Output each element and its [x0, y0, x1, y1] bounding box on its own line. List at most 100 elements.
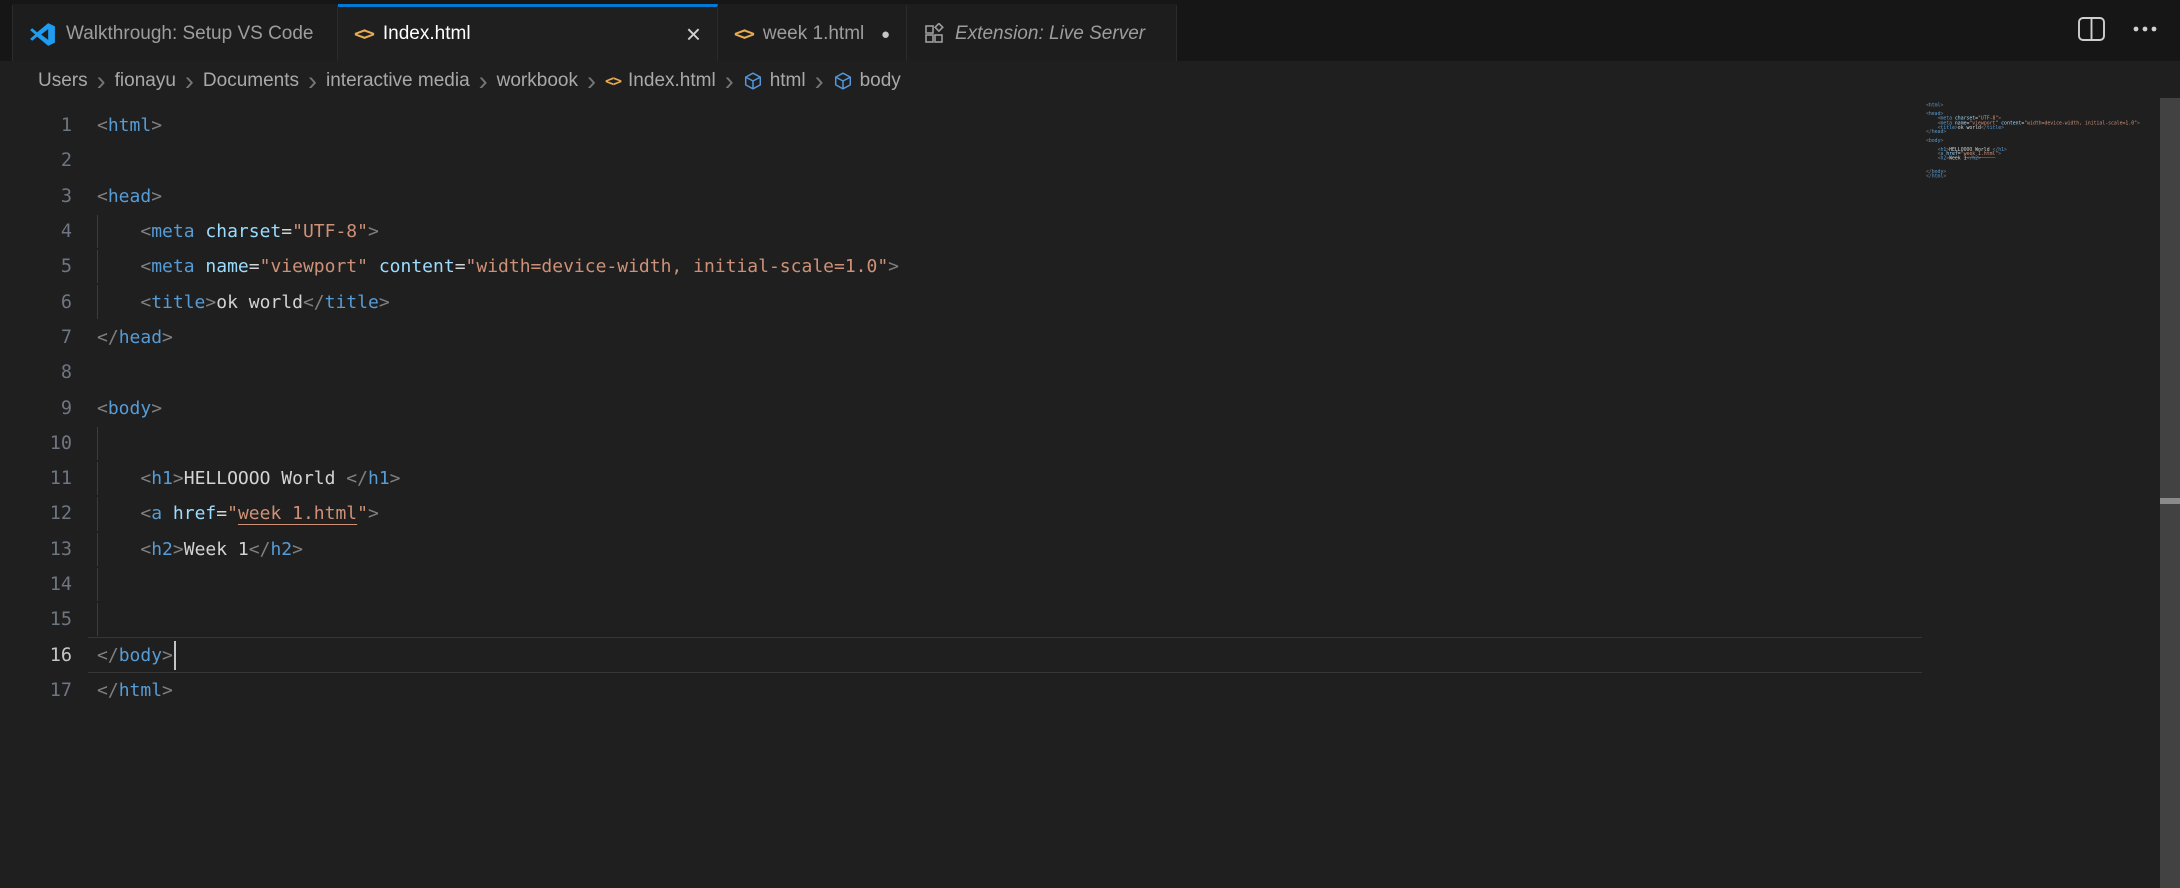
line-content[interactable]: </html >: [88, 673, 1922, 708]
chevron-right-icon: ›: [96, 66, 106, 96]
breadcrumb-label: fionayu: [114, 70, 176, 91]
line-number[interactable]: 3: [0, 186, 72, 207]
line-number[interactable]: 14: [0, 574, 72, 595]
code-line-7[interactable]: 7 </head >: [0, 320, 1922, 355]
breadcrumb-label: html: [769, 70, 806, 91]
code-token: "UTF-8": [292, 221, 368, 243]
code-token: href: [172, 503, 217, 525]
breadcrumb-item-interactive-media[interactable]: interactive media: [326, 70, 470, 92]
line-number[interactable]: 5: [0, 256, 72, 277]
code-line-11[interactable]: 11 < h1 > HELLOOOO World </h1 >: [0, 461, 1922, 496]
breadcrumb-item-index-html[interactable]: <> Index.html: [605, 70, 716, 92]
code-token: HELLOOOO World: [183, 468, 347, 490]
symbol-element-icon: [833, 71, 853, 91]
line-number[interactable]: 2: [0, 150, 72, 171]
code-token: >: [368, 503, 379, 525]
breadcrumb-item-workbook[interactable]: workbook: [497, 70, 578, 92]
code-line-8[interactable]: 8: [0, 355, 1922, 390]
line-number[interactable]: 4: [0, 221, 72, 242]
code-token: <: [140, 221, 152, 243]
breadcrumb-item-users[interactable]: Users: [38, 70, 88, 92]
tab-index-html[interactable]: <> Index.html ×: [338, 4, 718, 61]
line-number[interactable]: 16: [0, 645, 72, 666]
minimap[interactable]: <html> <head> <meta charset="UTF-8"> <met…: [1926, 94, 2180, 183]
vscode-logo-icon: [29, 21, 56, 48]
line-content[interactable]: < a href = " week 1.html " >: [88, 496, 1922, 531]
code-line-3[interactable]: 3 < head >: [0, 179, 1922, 214]
tab-label: Walkthrough: Setup VS Code: [66, 23, 314, 44]
line-number[interactable]: 8: [0, 362, 72, 383]
code-token: >: [205, 291, 217, 313]
tab-walkthrough-setup-vs-code[interactable]: Walkthrough: Setup VS Code: [12, 4, 338, 61]
line-content[interactable]: < h1 > HELLOOOO World </h1 >: [88, 461, 1922, 496]
line-content[interactable]: [88, 602, 1922, 637]
code-token: h1: [367, 468, 390, 490]
breadcrumb-label: Index.html: [628, 70, 716, 91]
code-line-10[interactable]: 10: [0, 426, 1922, 461]
breadcrumb-item-documents[interactable]: Documents: [203, 70, 299, 92]
code-token: "width=device-width, initial-scale=1.0": [465, 256, 889, 278]
code-token: >: [1943, 128, 1947, 135]
chevron-right-icon: ›: [478, 66, 488, 96]
line-content[interactable]: </head >: [88, 320, 1922, 355]
line-number[interactable]: 17: [0, 680, 72, 701]
line-content[interactable]: < h2 > Week 1 </h2 >: [88, 532, 1922, 567]
code-line-5[interactable]: 5 < meta name = "viewport" content = "width=d…: [0, 249, 1922, 284]
code-line-15[interactable]: 15: [0, 602, 1922, 637]
more-actions-icon[interactable]: [2132, 25, 2158, 33]
code-line-9[interactable]: 9 < body >: [0, 390, 1922, 425]
line-content[interactable]: < html >: [88, 108, 1922, 143]
line-content[interactable]: < head >: [88, 179, 1922, 214]
line-content[interactable]: [88, 567, 1922, 602]
code-line-14[interactable]: 14: [0, 567, 1922, 602]
code-line-4[interactable]: 4 < meta charset = "UTF-8" >: [0, 214, 1922, 249]
line-number[interactable]: 9: [0, 398, 72, 419]
minimap-line: </html>: [1926, 173, 2180, 178]
line-number[interactable]: 1: [0, 115, 72, 136]
line-number[interactable]: 12: [0, 503, 72, 524]
code-token: head: [118, 326, 163, 348]
tab-extension-live-server[interactable]: Extension: Live Server: [907, 4, 1177, 61]
code-lines: 1 < html >2 3 < head >4 < meta charset = "UTF-8" >5…: [0, 108, 2180, 708]
code-token: >: [2001, 124, 2005, 130]
code-line-13[interactable]: 13 < h2 > Week 1 </h2 >: [0, 532, 1922, 567]
modified-dot-icon[interactable]: ●: [881, 26, 890, 43]
breadcrumb-item-fionayu[interactable]: fionayu: [115, 70, 176, 92]
code-line-17[interactable]: 17 </html >: [0, 673, 1922, 708]
split-editor-icon[interactable]: [2077, 16, 2106, 42]
code-line-12[interactable]: 12 < a href = " week 1.html " >: [0, 496, 1922, 531]
line-number[interactable]: 13: [0, 539, 72, 560]
breadcrumb-label: Documents: [202, 70, 300, 91]
code-token: title: [324, 291, 379, 313]
line-number[interactable]: 7: [0, 327, 72, 348]
line-content[interactable]: < body >: [88, 390, 1922, 425]
line-content[interactable]: < meta charset = "UTF-8" >: [88, 214, 1922, 249]
tab-label: week 1.html: [762, 23, 865, 44]
code-token: "viewport": [259, 256, 368, 278]
breadcrumb-item-html[interactable]: html: [743, 70, 806, 92]
vertical-scrollbar[interactable]: [2160, 98, 2180, 888]
line-number[interactable]: 10: [0, 433, 72, 454]
editor[interactable]: 1 < html >2 3 < head >4 < meta charset = "UTF-8" >5…: [0, 101, 2180, 888]
line-number[interactable]: 6: [0, 292, 72, 313]
line-content[interactable]: [88, 355, 1922, 390]
code-line-6[interactable]: 6 < title > ok world </title >: [0, 284, 1922, 320]
line-number[interactable]: 15: [0, 609, 72, 630]
tab-week-1-html[interactable]: <> week 1.html ●: [718, 4, 907, 61]
line-content[interactable]: < meta name = "viewport" content = "width=dev…: [88, 249, 1922, 284]
line-content[interactable]: [88, 426, 1922, 461]
line-content[interactable]: [88, 143, 1922, 178]
line-content[interactable]: < title > ok world </title >: [88, 284, 1922, 320]
line-number[interactable]: 11: [0, 468, 72, 489]
code-line-2[interactable]: 2: [0, 143, 1922, 178]
code-token: meta: [151, 256, 195, 278]
close-icon[interactable]: ×: [686, 21, 701, 47]
breadcrumb-item-body[interactable]: body: [833, 70, 901, 92]
code-line-16[interactable]: 16 </body >: [0, 637, 1922, 673]
code-token: >: [162, 326, 173, 348]
line-content[interactable]: </body >: [88, 637, 1922, 673]
code-line-1[interactable]: 1 < html >: [0, 108, 1922, 143]
